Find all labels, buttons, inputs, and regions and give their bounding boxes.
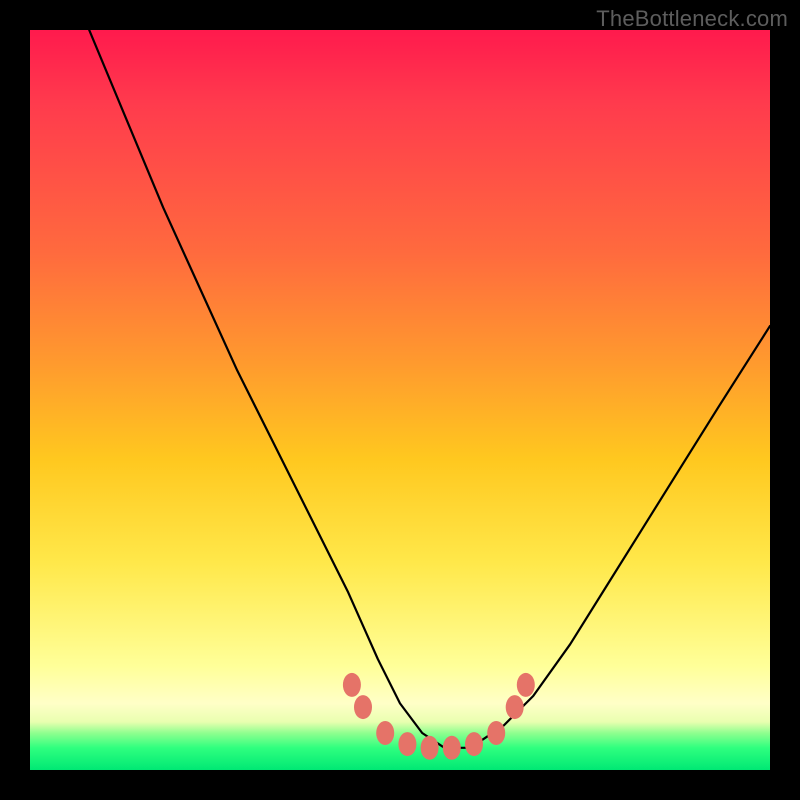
plot-area <box>30 30 770 770</box>
watermark-text: TheBottleneck.com <box>596 6 788 32</box>
chart-frame: TheBottleneck.com <box>0 0 800 800</box>
background-gradient <box>30 30 770 770</box>
